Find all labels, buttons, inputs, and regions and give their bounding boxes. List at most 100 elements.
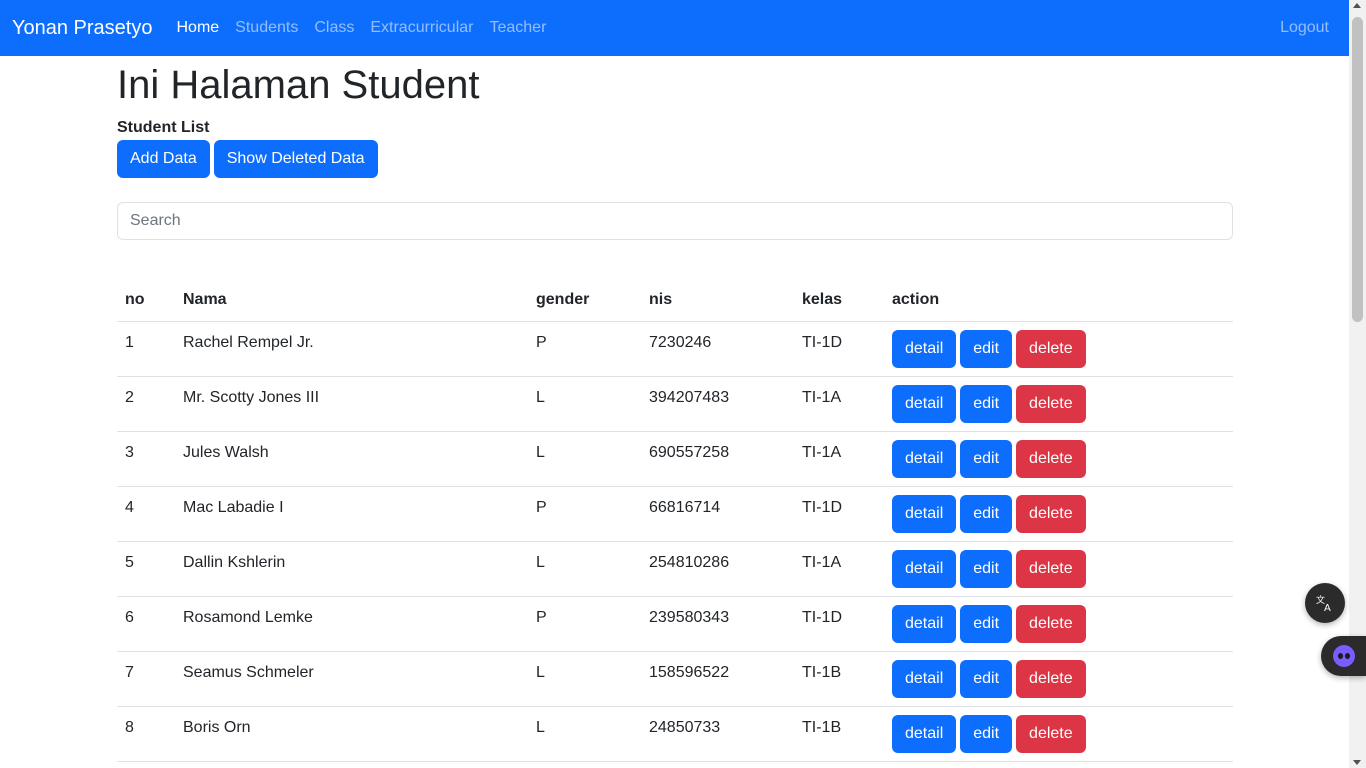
header-no: no xyxy=(117,280,175,322)
table-header-row: no Nama gender nis kelas action xyxy=(117,280,1233,322)
scroll-up-arrow-icon[interactable] xyxy=(1353,3,1361,8)
navbar-brand[interactable]: Yonan Prasetyo xyxy=(12,17,152,40)
cell-nama: Rachel Rempel Jr. xyxy=(175,321,528,377)
cell-gender: L xyxy=(528,651,641,707)
table-row: 4 Mac Labadie I P 66816714 TI-1D detail … xyxy=(117,486,1233,542)
assistant-floating-tab[interactable] xyxy=(1321,636,1366,676)
svg-text:A: A xyxy=(1324,603,1331,613)
cell-nis: 394207483 xyxy=(641,376,794,432)
cell-nis: 239580343 xyxy=(641,596,794,652)
edit-button[interactable]: edit xyxy=(960,494,1013,533)
cell-kelas: TI-1A xyxy=(794,541,884,597)
nav-link-students[interactable]: Students xyxy=(227,19,306,37)
scrollbar-thumb[interactable] xyxy=(1352,17,1363,322)
nav-link-teacher[interactable]: Teacher xyxy=(481,19,554,37)
edit-button[interactable]: edit xyxy=(960,604,1013,643)
edit-button[interactable]: edit xyxy=(960,714,1013,753)
delete-button[interactable]: delete xyxy=(1016,494,1086,533)
cell-nama: Mac Labadie I xyxy=(175,486,528,542)
delete-button[interactable]: delete xyxy=(1016,329,1086,368)
main-container: Ini Halaman Student Student List Add Dat… xyxy=(117,56,1233,762)
cell-no: 4 xyxy=(117,486,175,542)
cell-kelas: TI-1A xyxy=(794,431,884,487)
header-nama: Nama xyxy=(175,280,528,322)
cell-nama: Dallin Kshlerin xyxy=(175,541,528,597)
delete-button[interactable]: delete xyxy=(1016,714,1086,753)
cell-gender: P xyxy=(528,486,641,542)
cell-gender: L xyxy=(528,541,641,597)
nav-link-extracurricular[interactable]: Extracurricular xyxy=(362,19,481,37)
cell-nis: 24850733 xyxy=(641,706,794,762)
cell-gender: P xyxy=(528,596,641,652)
search-input[interactable] xyxy=(117,202,1233,240)
translate-floating-button[interactable]: 文 A xyxy=(1305,583,1345,623)
header-gender: gender xyxy=(528,280,641,322)
table-row: 8 Boris Orn L 24850733 TI-1B detail edit… xyxy=(117,706,1233,762)
cell-nama: Mr. Scotty Jones III xyxy=(175,376,528,432)
nav-link-home[interactable]: Home xyxy=(168,19,227,37)
table-row: 2 Mr. Scotty Jones III L 394207483 TI-1A… xyxy=(117,376,1233,432)
scroll-down-arrow-icon[interactable] xyxy=(1353,760,1361,765)
header-action: action xyxy=(884,280,1233,322)
detail-button[interactable]: detail xyxy=(892,604,957,643)
cell-actions: detail edit delete xyxy=(884,541,1233,597)
edit-button[interactable]: edit xyxy=(960,329,1013,368)
table-row: 5 Dallin Kshlerin L 254810286 TI-1A deta… xyxy=(117,541,1233,597)
delete-button[interactable]: delete xyxy=(1016,604,1086,643)
detail-button[interactable]: detail xyxy=(892,494,957,533)
show-deleted-data-button[interactable]: Show Deleted Data xyxy=(213,140,378,178)
add-data-button[interactable]: Add Data xyxy=(117,140,210,178)
cell-actions: detail edit delete xyxy=(884,376,1233,432)
nav-link-class[interactable]: Class xyxy=(306,19,362,37)
toolbar: Add Data Show Deleted Data xyxy=(117,140,1233,178)
detail-button[interactable]: detail xyxy=(892,714,957,753)
table-row: 3 Jules Walsh L 690557258 TI-1A detail e… xyxy=(117,431,1233,487)
cell-kelas: TI-1D xyxy=(794,486,884,542)
cell-nis: 158596522 xyxy=(641,651,794,707)
logout-link[interactable]: Logout xyxy=(1280,0,1329,56)
delete-button[interactable]: delete xyxy=(1016,549,1086,588)
cell-no: 5 xyxy=(117,541,175,597)
header-kelas: kelas xyxy=(794,280,884,322)
cell-nama: Jules Walsh xyxy=(175,431,528,487)
cell-nama: Seamus Schmeler xyxy=(175,651,528,707)
cell-actions: detail edit delete xyxy=(884,596,1233,652)
cell-no: 1 xyxy=(117,321,175,377)
cell-actions: detail edit delete xyxy=(884,651,1233,707)
cell-kelas: TI-1D xyxy=(794,596,884,652)
cell-gender: L xyxy=(528,706,641,762)
cell-no: 8 xyxy=(117,706,175,762)
cell-actions: detail edit delete xyxy=(884,321,1233,377)
nav-links: Home Students Class Extracurricular Teac… xyxy=(168,19,554,37)
detail-button[interactable]: detail xyxy=(892,329,957,368)
cell-kelas: TI-1B xyxy=(794,706,884,762)
delete-button[interactable]: delete xyxy=(1016,439,1086,478)
edit-button[interactable]: edit xyxy=(960,549,1013,588)
header-nis: nis xyxy=(641,280,794,322)
edit-button[interactable]: edit xyxy=(960,439,1013,478)
cell-kelas: TI-1D xyxy=(794,321,884,377)
cell-actions: detail edit delete xyxy=(884,431,1233,487)
cell-nis: 690557258 xyxy=(641,431,794,487)
cell-actions: detail edit delete xyxy=(884,706,1233,762)
delete-button[interactable]: delete xyxy=(1016,384,1086,423)
delete-button[interactable]: delete xyxy=(1016,659,1086,698)
section-label: Student List xyxy=(117,119,210,136)
top-navbar: Yonan Prasetyo Home Students Class Extra… xyxy=(0,0,1349,56)
table-row: 1 Rachel Rempel Jr. P 7230246 TI-1D deta… xyxy=(117,321,1233,377)
cell-nis: 7230246 xyxy=(641,321,794,377)
edit-button[interactable]: edit xyxy=(960,659,1013,698)
cell-no: 7 xyxy=(117,651,175,707)
detail-button[interactable]: detail xyxy=(892,384,957,423)
detail-button[interactable]: detail xyxy=(892,659,957,698)
detail-button[interactable]: detail xyxy=(892,439,957,478)
detail-button[interactable]: detail xyxy=(892,549,957,588)
cell-kelas: TI-1A xyxy=(794,376,884,432)
edit-button[interactable]: edit xyxy=(960,384,1013,423)
cell-nis: 66816714 xyxy=(641,486,794,542)
table-row: 6 Rosamond Lemke P 239580343 TI-1D detai… xyxy=(117,596,1233,652)
table-row: 7 Seamus Schmeler L 158596522 TI-1B deta… xyxy=(117,651,1233,707)
cell-gender: P xyxy=(528,321,641,377)
cell-nama: Boris Orn xyxy=(175,706,528,762)
cell-nama: Rosamond Lemke xyxy=(175,596,528,652)
